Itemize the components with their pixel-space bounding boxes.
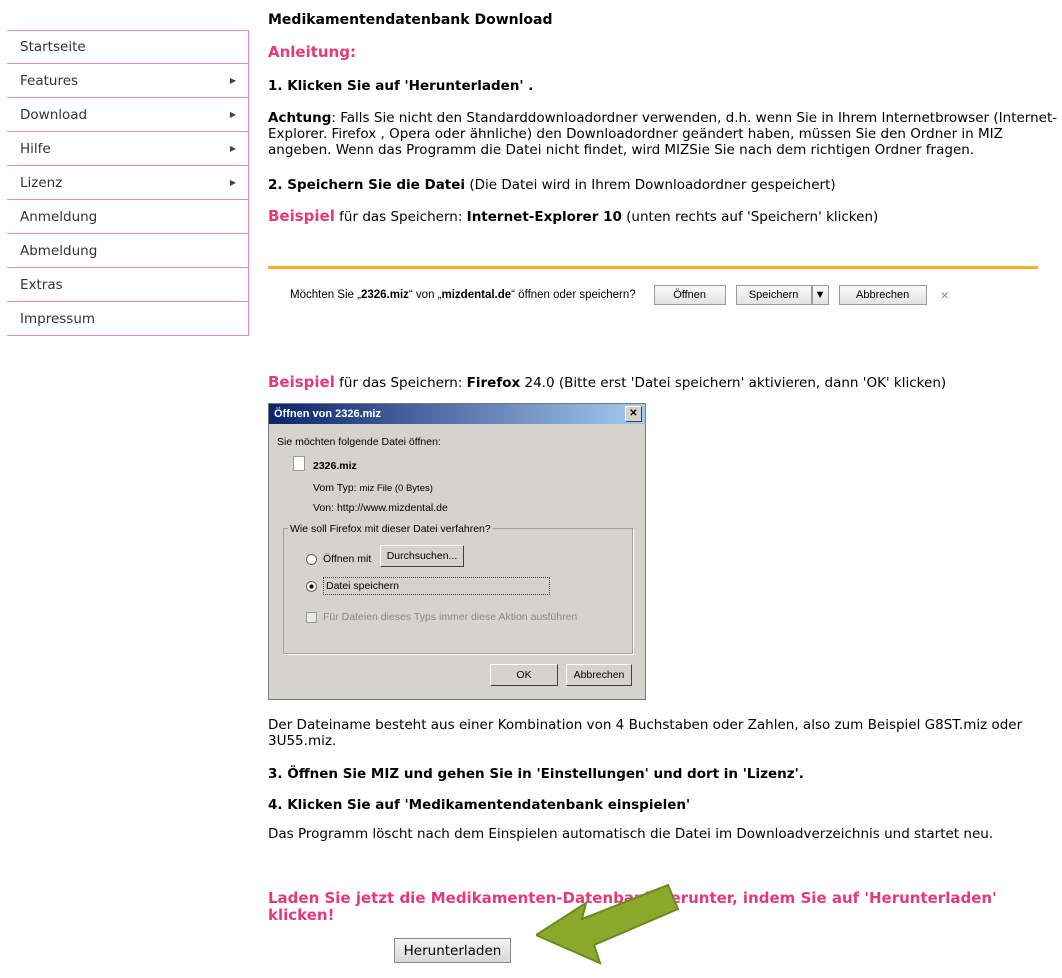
example-ff-browser: Firefox <box>466 375 521 391</box>
example-firefox: Beispiel für das Speichern: Firefox 24.0… <box>268 374 1058 391</box>
ie-cancel-button[interactable]: Abbrechen <box>838 285 927 305</box>
file-source: Von: http://www.mizdental.de <box>313 500 448 516</box>
example-ie-rest: (unten rechts auf 'Speichern' klicken) <box>621 209 879 225</box>
program-note: Das Programm löscht nach dem Einspielen … <box>268 826 994 842</box>
anleitung-heading: Anleitung: <box>268 43 357 61</box>
type-value: miz File (0 Bytes) <box>359 483 433 494</box>
dialog-cancel-button[interactable]: Abbrechen <box>566 664 632 686</box>
step-3: 3. Öffnen Sie MIZ und gehen Sie in 'Eins… <box>268 766 804 782</box>
close-icon[interactable]: × <box>941 287 949 303</box>
sidebar-item-abmeldung[interactable]: Abmeldung <box>7 234 249 268</box>
file-type: Vom Typ: miz File (0 Bytes) <box>313 480 433 497</box>
sidebar-nav: Startseite Features ▶ Download ▶ Hilfe ▶ Lizenz… <box>7 30 249 336</box>
checkbox-icon <box>306 611 317 623</box>
example-ie: Beispiel für das Speichern: Internet-Exp… <box>268 208 1058 225</box>
dialog-intro: Sie möchten folgende Datei öffnen: <box>277 436 441 448</box>
sidebar-item-startseite[interactable]: Startseite <box>7 30 249 64</box>
dialog-title: Öffnen von 2326.miz <box>274 408 381 420</box>
file-icon <box>293 456 305 471</box>
ie-prompt-mid: “ von „ <box>408 289 442 301</box>
example-ie-browser: Internet-Explorer 10 <box>466 209 622 225</box>
sidebar-item-download[interactable]: Download ▶ <box>7 98 249 132</box>
beispiel-label-2: Beispiel <box>268 373 335 391</box>
ok-button[interactable]: OK <box>490 664 558 686</box>
from-label: Von: <box>313 502 335 514</box>
open-with-label: Öffnen mit <box>323 553 372 565</box>
ie-domain: mizdental.de <box>441 289 512 301</box>
beispiel-label: Beispiel <box>268 207 335 225</box>
sidebar-item-label: Impressum <box>20 310 96 327</box>
action-group: Wie soll Firefox mit dieser Datei verfah… <box>283 521 633 654</box>
firefox-save-dialog: Öffnen von 2326.miz ✕ Sie möchten folgend… <box>268 403 646 700</box>
close-icon[interactable]: ✕ <box>625 406 642 422</box>
sidebar-item-features[interactable]: Features ▶ <box>7 64 249 98</box>
sidebar-item-hilfe[interactable]: Hilfe ▶ <box>7 132 249 166</box>
step-2: 2. Speichern Sie die Datei (Die Datei wi… <box>268 177 1058 193</box>
action-group-label: Wie soll Firefox mit dieser Datei verfah… <box>288 521 493 537</box>
radio-icon[interactable] <box>306 553 317 565</box>
ie-filename: 2326.miz <box>360 289 409 301</box>
chevron-right-icon: ▶ <box>229 144 236 153</box>
dialog-filename: 2326.miz <box>313 460 357 472</box>
browse-button[interactable]: Durchsuchen... <box>380 545 464 567</box>
sidebar-item-label: Extras <box>20 276 63 293</box>
always-label: Für Dateien dieses Typs immer diese Akti… <box>323 611 578 623</box>
step-2-note: (Die Datei wird in Ihrem Downloadordner … <box>465 177 836 193</box>
radio-selected-icon[interactable] <box>306 580 317 592</box>
step-4: 4. Klicken Sie auf 'Medikamentendatenban… <box>268 797 691 813</box>
chevron-right-icon: ▶ <box>229 110 236 119</box>
page-title: Medikamentendatenbank Download <box>268 12 553 28</box>
example-ie-mid: für das Speichern: <box>334 209 467 225</box>
dialog-titlebar: Öffnen von 2326.miz ✕ <box>269 404 645 424</box>
download-button[interactable]: Herunterladen <box>394 938 511 963</box>
sidebar-item-label: Lizenz <box>20 174 63 191</box>
sidebar-item-label: Abmeldung <box>20 242 98 259</box>
chevron-right-icon: ▶ <box>229 178 236 187</box>
ie-open-button[interactable]: Öffnen <box>653 285 726 305</box>
sidebar-item-anmeldung[interactable]: Anmeldung <box>7 200 249 234</box>
sidebar-item-label: Features <box>20 72 79 89</box>
arrow-icon <box>536 883 680 965</box>
sidebar-item-label: Hilfe <box>20 140 51 157</box>
save-file-label: Datei speichern <box>323 577 550 595</box>
step-2-title: 2. Speichern Sie die Datei <box>268 177 466 193</box>
sidebar-item-extras[interactable]: Extras <box>7 268 249 302</box>
sidebar-item-label: Anmeldung <box>20 208 98 225</box>
achtung-paragraph: Achtung: Falls Sie nicht den Standarddow… <box>268 110 1058 158</box>
chevron-down-icon[interactable]: ▼ <box>811 285 829 305</box>
ie-prompt-post: “ öffnen oder speichern? <box>511 289 636 301</box>
step-1: 1. Klicken Sie auf 'Herunterladen' . <box>268 78 534 94</box>
achtung-text: : Falls Sie nicht den Standarddownloador… <box>268 110 1058 158</box>
sidebar-item-lizenz[interactable]: Lizenz ▶ <box>7 166 249 200</box>
example-ff-mid: für das Speichern: <box>334 375 467 391</box>
always-option: Für Dateien dieses Typs immer diese Akti… <box>306 609 577 625</box>
chevron-right-icon: ▶ <box>229 76 236 85</box>
sidebar-item-label: Download <box>20 106 88 123</box>
save-file-option[interactable]: Datei speichern <box>306 577 550 595</box>
from-value: http://www.mizdental.de <box>336 502 448 514</box>
sidebar-item-label: Startseite <box>20 39 86 55</box>
open-with-option[interactable]: Öffnen mit <box>306 551 371 567</box>
ie-prompt-pre: Möchten Sie „ <box>290 289 361 301</box>
sidebar-item-impressum[interactable]: Impressum <box>7 302 249 336</box>
type-label: Vom Typ: <box>313 482 357 494</box>
ie-save-button[interactable]: Speichern <box>735 285 812 305</box>
example-ff-rest: 24.0 (Bitte erst 'Datei speichern' aktiv… <box>520 375 947 391</box>
dateiname-paragraph: Der Dateiname besteht aus einer Kombinat… <box>268 717 1023 749</box>
ie-download-bar: Möchten Sie „2326.miz“ von „mizdental.de… <box>268 266 1038 321</box>
achtung-label: Achtung <box>268 110 332 126</box>
ie-prompt: Möchten Sie „2326.miz“ von „mizdental.de… <box>290 287 636 303</box>
